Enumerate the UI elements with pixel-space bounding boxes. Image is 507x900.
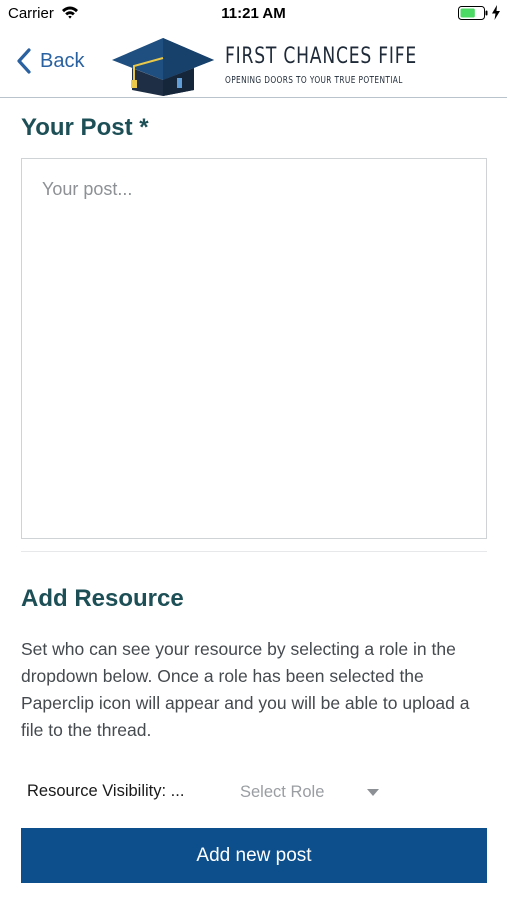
back-label: Back [40, 49, 85, 72]
resource-visibility-label: Resource Visibility: ... [27, 782, 185, 800]
status-bar: Carrier 11:21 AM [0, 0, 507, 28]
back-button[interactable]: Back [16, 44, 84, 78]
navigation-bar: Back FIRST CHANCES FIFE OPENING DOORS TO… [0, 28, 507, 98]
graduation-cap-icon [112, 38, 214, 96]
add-resource-heading: Add Resource [21, 585, 184, 612]
role-select-value: Select Role [240, 783, 325, 801]
caret-down-icon [367, 789, 379, 796]
battery-icon [458, 6, 488, 20]
charging-icon [492, 5, 500, 20]
add-new-post-button[interactable]: Add new post [21, 828, 487, 883]
logo-tagline: OPENING DOORS TO YOUR TRUE POTENTIAL [225, 75, 403, 86]
app-logo: FIRST CHANCES FIFE OPENING DOORS TO YOUR… [110, 30, 416, 96]
resource-description: Set who can see your resource by selecti… [21, 639, 470, 740]
logo-title: FIRST CHANCES FIFE [225, 44, 418, 69]
status-time: 11:21 AM [221, 5, 286, 22]
section-divider [21, 551, 487, 552]
post-heading: Your Post * [21, 114, 149, 141]
role-select[interactable]: Select Role [228, 774, 386, 810]
chevron-left-icon [17, 48, 31, 74]
post-textarea[interactable] [21, 158, 487, 539]
